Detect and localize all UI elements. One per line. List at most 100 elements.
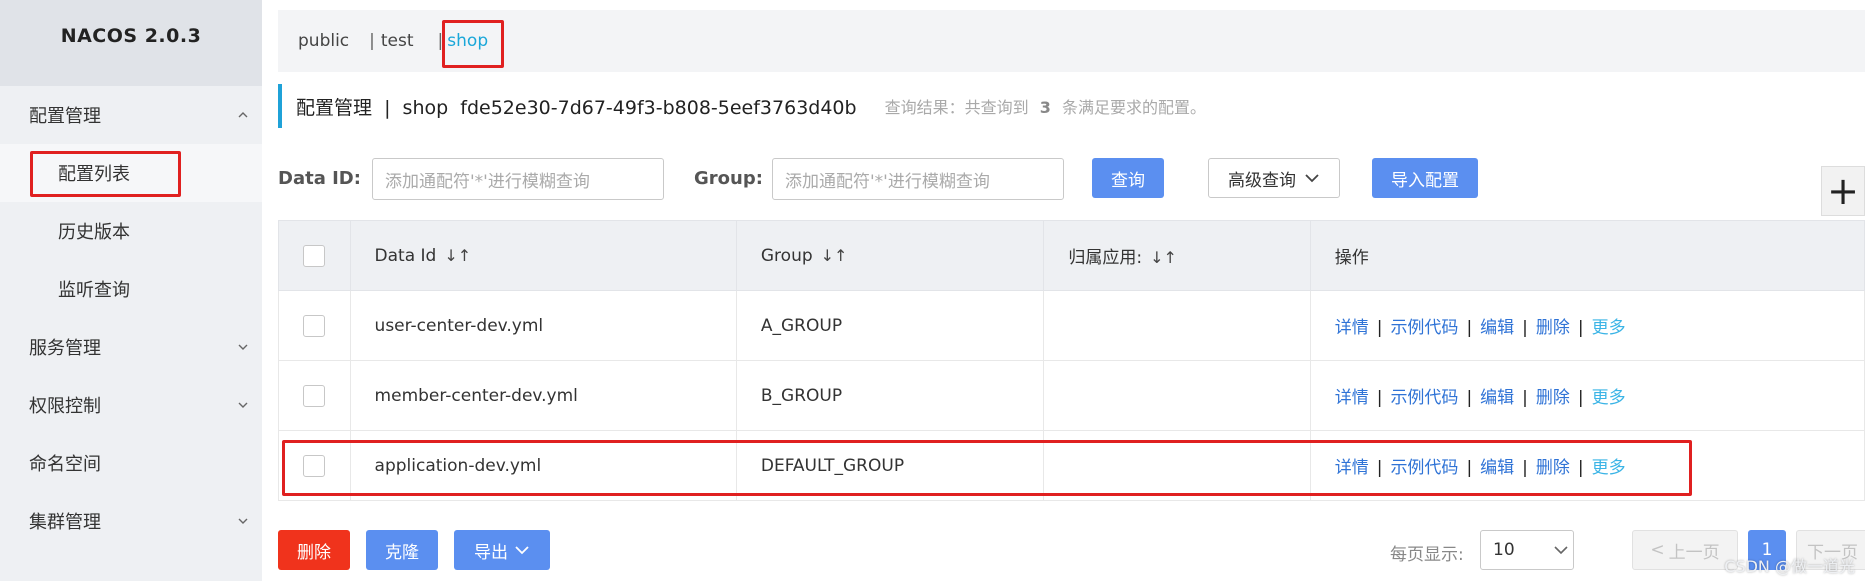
sample-code-link[interactable]: 示例代码 <box>1390 318 1458 338</box>
detail-link[interactable]: 详情 <box>1335 388 1369 408</box>
namespace-tab-public[interactable]: public <box>298 31 349 51</box>
prev-page-button[interactable]: < 上一页 <box>1632 530 1738 570</box>
sidebar-group-cluster-management[interactable]: 集群管理 <box>0 492 262 550</box>
detail-link[interactable]: 详情 <box>1335 458 1369 478</box>
sidebar-group-access-control[interactable]: 权限控制 <box>0 376 262 434</box>
cell-group: A_GROUP <box>735 290 1045 361</box>
row-select-cell <box>278 430 351 501</box>
group-label: Group: <box>694 168 763 189</box>
sample-code-link[interactable]: 示例代码 <box>1390 458 1458 478</box>
action-separator: | <box>1522 458 1528 478</box>
batch-delete-button[interactable]: 删除 <box>278 530 350 570</box>
namespace-separator: | <box>369 31 375 51</box>
sidebar-group-label: 集群管理 <box>29 512 101 533</box>
column-label: Data Id <box>374 245 437 266</box>
namespace-separator: | <box>437 31 444 51</box>
sidebar-group-config-management[interactable]: 配置管理 <box>0 86 262 144</box>
column-header-group[interactable]: Group ↓↑ <box>735 220 1045 291</box>
action-separator: | <box>1466 318 1473 338</box>
sidebar-item-config-list[interactable]: 配置列表 <box>0 144 262 202</box>
select-all-checkbox[interactable] <box>303 244 325 267</box>
clone-button[interactable]: 克隆 <box>366 530 438 570</box>
result-suffix: 条满足要求的配置。 <box>1061 98 1206 117</box>
sort-icon[interactable]: ↓↑ <box>821 246 848 265</box>
sidebar-item-history[interactable]: 历史版本 <box>0 202 262 260</box>
row-checkbox[interactable] <box>303 314 325 337</box>
page-title-bar: 配置管理 | shop fde52e30-7d67-49f3-b808-5eef… <box>278 84 1206 128</box>
page-size-label: 每页显示: <box>1390 545 1464 565</box>
page-title: 配置管理 | shop fde52e30-7d67-49f3-b808-5eef… <box>296 96 857 119</box>
cell-actions: 详情 | 示例代码 | 编辑 | 删除 | 更多 <box>1309 360 1865 431</box>
sidebar-item-label: 监听查询 <box>58 280 130 301</box>
cell-dataid: user-center-dev.yml <box>349 290 737 361</box>
main-content: public | test | shop 配置管理 | shop fde52e3… <box>262 0 1865 581</box>
namespace-tab-shop[interactable]: shop <box>447 31 488 51</box>
more-link[interactable]: 更多 <box>1592 318 1626 338</box>
cell-actions: 详情 | 示例代码 | 编辑 | 删除 | 更多 <box>1309 430 1865 501</box>
detail-link[interactable]: 详情 <box>1335 318 1369 338</box>
cell-actions: 详情 | 示例代码 | 编辑 | 删除 | 更多 <box>1309 290 1865 361</box>
action-separator: | <box>1466 458 1473 478</box>
sidebar-item-listener-query[interactable]: 监听查询 <box>0 260 262 318</box>
action-separator: | <box>1522 388 1528 408</box>
action-separator: | <box>1466 388 1473 408</box>
column-header-app[interactable]: 归属应用: ↓↑ <box>1043 220 1311 291</box>
page-size-value: 10 <box>1493 540 1515 560</box>
row-checkbox[interactable] <box>303 384 325 407</box>
action-separator: | <box>1577 388 1584 408</box>
column-label: 归属应用: <box>1068 248 1143 268</box>
cell-app <box>1043 360 1311 431</box>
action-separator: | <box>1376 318 1383 338</box>
delete-link[interactable]: 删除 <box>1536 458 1570 478</box>
cell-app <box>1043 290 1311 361</box>
table-row: user-center-dev.yml A_GROUP 详情 | 示例代码 | 编辑 | 删… <box>278 290 1865 361</box>
export-label: 导出 <box>474 542 508 563</box>
import-config-button[interactable]: 导入配置 <box>1372 158 1478 198</box>
export-button[interactable]: 导出 <box>454 530 550 570</box>
table-row: member-center-dev.yml B_GROUP 详情 | 示例代码 | 编辑… <box>278 360 1865 431</box>
cell-app <box>1043 430 1311 501</box>
group-input[interactable]: 添加通配符'*'进行模糊查询 <box>772 158 1064 200</box>
watermark: CSDN @做一道光 <box>1724 557 1855 576</box>
table-header-row: Data Id ↓↑ Group ↓↑ 归属应用: ↓↑ 操作 <box>278 220 1865 291</box>
row-select-cell <box>278 360 351 431</box>
dataid-label: Data ID: <box>278 168 361 189</box>
sidebar-item-label: 历史版本 <box>58 222 130 243</box>
edit-link[interactable]: 编辑 <box>1480 318 1514 338</box>
delete-link[interactable]: 删除 <box>1536 388 1570 408</box>
row-checkbox[interactable] <box>303 454 325 477</box>
sort-icon[interactable]: ↓↑ <box>1150 248 1177 267</box>
sidebar: NACOS 2.0.3 配置管理 配置列表 历史版本 监听查询 服务管理 权限控… <box>0 0 262 581</box>
add-config-button[interactable]: + <box>1821 166 1865 216</box>
advanced-query-button[interactable]: 高级查询 <box>1208 158 1340 198</box>
select-all-cell <box>278 220 351 291</box>
prev-page-label: 上一页 <box>1668 542 1720 563</box>
query-button[interactable]: 查询 <box>1092 158 1164 198</box>
column-label: 操作 <box>1334 248 1369 268</box>
search-form: Data ID: 添加通配符'*'进行模糊查询 Group: 添加通配符'*'进… <box>278 158 1838 200</box>
result-prefix: 查询结果：共查询到 <box>884 98 1029 117</box>
page-size-select[interactable]: 10 <box>1480 530 1574 570</box>
action-separator: | <box>1376 458 1383 478</box>
more-link[interactable]: 更多 <box>1592 388 1626 408</box>
chevron-down-icon <box>238 518 248 524</box>
sort-icon[interactable]: ↓↑ <box>444 246 471 265</box>
edit-link[interactable]: 编辑 <box>1480 458 1514 478</box>
sidebar-group-label: 权限控制 <box>29 396 101 417</box>
sidebar-group-service-management[interactable]: 服务管理 <box>0 318 262 376</box>
namespace-tab-test[interactable]: test <box>381 31 414 51</box>
action-separator: | <box>1577 458 1584 478</box>
delete-link[interactable]: 删除 <box>1536 318 1570 338</box>
action-separator: | <box>1376 388 1383 408</box>
sidebar-group-namespace[interactable]: 命名空间 <box>0 434 262 492</box>
namespace-bar: public | test | shop <box>278 10 1865 72</box>
dataid-input[interactable]: 添加通配符'*'进行模糊查询 <box>372 158 664 200</box>
table-footer: 删除 克隆 导出 每页显示: 10 < 上一页 1 下一页 <box>278 530 1865 570</box>
more-link[interactable]: 更多 <box>1592 458 1626 478</box>
column-header-dataid[interactable]: Data Id ↓↑ <box>349 220 737 291</box>
chevron-down-icon <box>515 546 529 555</box>
edit-link[interactable]: 编辑 <box>1480 388 1514 408</box>
chevron-down-icon <box>238 344 248 350</box>
cell-dataid: application-dev.yml <box>349 430 737 501</box>
sample-code-link[interactable]: 示例代码 <box>1390 388 1458 408</box>
